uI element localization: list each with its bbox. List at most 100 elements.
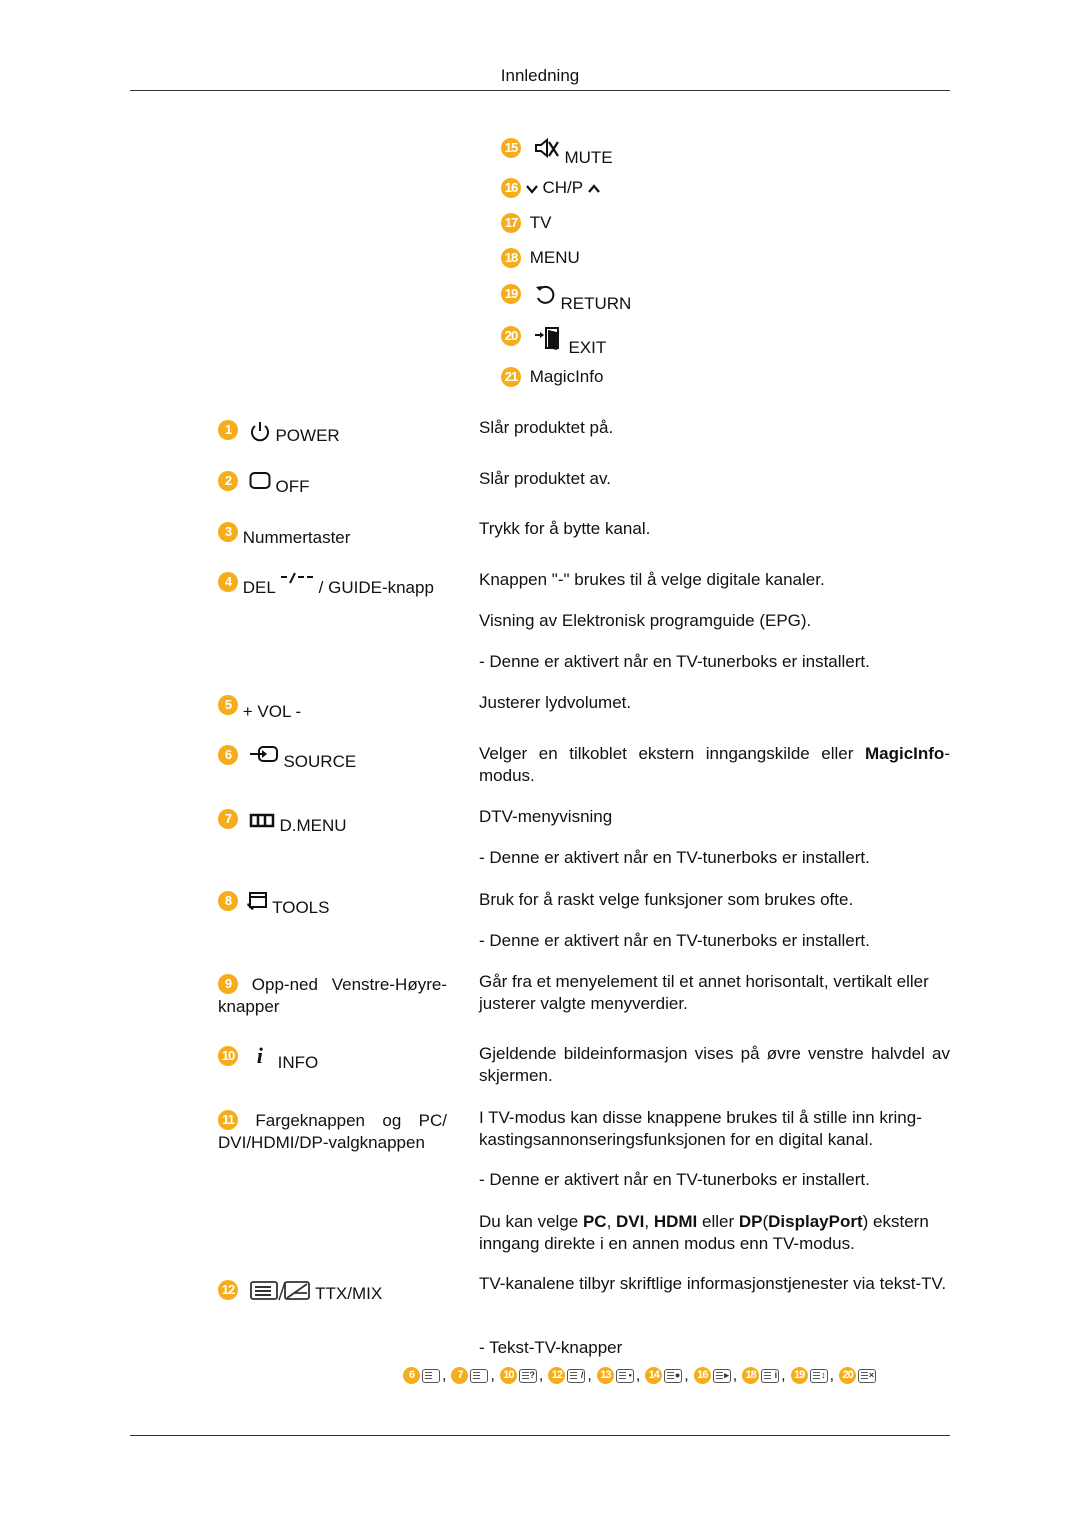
teletext-button-10: 10?, — [499, 1366, 544, 1385]
number-badge: 21 — [501, 367, 521, 387]
desc-power: Slår produktet på. — [479, 418, 614, 437]
bold-dvi: DVI — [616, 1212, 645, 1231]
tools-label: TOOLS — [272, 898, 330, 917]
off-label: OFF — [275, 477, 310, 496]
tv-label: TV — [529, 213, 552, 232]
teletext-icon: ● — [664, 1368, 683, 1383]
desc-dmenu: DTV-menyvisning — [479, 807, 613, 826]
number-badge: 1 — [218, 420, 238, 440]
number-badge: 14 — [645, 1367, 663, 1384]
button-label-vol: 5 + VOL - — [218, 695, 301, 721]
bold-hdmi: HDMI — [653, 1212, 698, 1231]
return-label: RETURN — [560, 294, 632, 313]
separator: , — [490, 1366, 495, 1384]
teletext-button-12: 12/, — [548, 1366, 592, 1385]
teletext-button-16: 16 ▸, — [693, 1367, 737, 1385]
teletext-icon — [470, 1368, 489, 1383]
off-icon — [249, 471, 271, 491]
desc-del-note: - Denne er aktivert når en TV-tunerboks … — [479, 652, 870, 671]
number-badge: 11 — [218, 1110, 238, 1130]
number-badge: 19 — [790, 1367, 808, 1384]
teletext-button-18: 18 i, — [742, 1367, 786, 1385]
number-badge: 13 — [596, 1367, 614, 1384]
number-badge: 15 — [501, 138, 521, 158]
teletext-icon: ↕ — [809, 1368, 828, 1383]
separator: , — [635, 1366, 641, 1384]
info-label: INFO — [277, 1053, 319, 1072]
teletext-icon: / — [567, 1368, 586, 1383]
teletext-icon: ▸ — [712, 1368, 731, 1383]
button-row-channel: 16 CH/P — [501, 178, 600, 198]
tools-icon — [246, 891, 268, 913]
return-icon — [534, 284, 556, 306]
desc-source: Velger en tilkoblet ekstern inngangskild… — [479, 743, 950, 787]
info-icon: i — [256, 1043, 263, 1068]
teletext-icon: • — [615, 1368, 634, 1383]
desc-tools-note: - Denne er aktivert når en TV-tunerboks … — [479, 931, 870, 950]
separator: , — [587, 1366, 592, 1384]
ttx-label: TTX/MIX — [315, 1284, 383, 1303]
numbers-label: Nummertaster — [242, 528, 351, 547]
vol-label: + VOL - — [242, 702, 302, 721]
number-badge: 18 — [742, 1367, 760, 1384]
number-badge: 7 — [451, 1367, 469, 1384]
channel-label: CH/P — [542, 178, 583, 197]
dmenu-icon — [249, 809, 275, 829]
mute-icon — [534, 138, 560, 160]
text: eller — [697, 1212, 739, 1231]
number-badge: 17 — [501, 213, 521, 233]
teletext-icon: i — [761, 1368, 780, 1383]
teletext-button-14: 14 ●, — [645, 1366, 689, 1385]
button-row-magicinfo: 21 MagicInfo — [501, 367, 603, 387]
desc-color-note: - Denne er aktivert når en TV-tunerboks … — [479, 1170, 870, 1189]
chevron-down-icon — [525, 184, 538, 194]
power-icon — [249, 420, 271, 442]
desc-ttx-note: - Tekst-TV-knapper — [479, 1338, 623, 1357]
number-badge: 2 — [218, 471, 238, 491]
button-label-off: 2 OFF — [218, 471, 310, 496]
number-badge: 3 — [218, 522, 238, 542]
separator: , — [442, 1366, 447, 1384]
page-header-title: Innledning — [500, 66, 580, 85]
number-badge: 19 — [501, 284, 521, 304]
number-badge: 9 — [218, 974, 238, 994]
desc-ttx: TV-kanalene tilbyr skriftlige informasjo… — [479, 1274, 947, 1293]
arrows-label: Opp-ned Venstre-Høyre-knapper — [218, 975, 447, 1016]
teletext-button-20: 20 × — [839, 1367, 877, 1384]
text: , — [606, 1212, 617, 1231]
del-dash-icon — [280, 572, 314, 586]
text: Du kan velge — [479, 1212, 583, 1231]
separator: , — [684, 1366, 689, 1384]
button-label-source: 6 SOURCE — [218, 745, 356, 771]
bold-dp: DP — [738, 1212, 763, 1231]
number-badge: 20 — [839, 1367, 857, 1384]
desc-dmenu-note: - Denne er aktivert når en TV-tunerboks … — [479, 848, 870, 867]
button-label-dmenu: 7 D.MENU — [218, 809, 347, 835]
exit-label: EXIT — [568, 338, 607, 357]
number-badge: 6 — [218, 745, 238, 765]
button-label-arrows: 9 Opp-ned Venstre-Høyre-knapper — [218, 974, 447, 1018]
teletext-button-7: 7, — [451, 1366, 495, 1385]
number-badge: 4 — [218, 572, 238, 592]
desc-color: I TV-modus kan disse knappene brukes til… — [479, 1108, 922, 1149]
chevron-up-icon — [587, 183, 600, 194]
desc-source-text: Velger en tilkoblet ekstern inngangskild… — [479, 744, 865, 763]
dmenu-label: D.MENU — [279, 816, 347, 835]
desc-color-input: Du kan velge PC, DVI, HDMI eller DP(Disp… — [479, 1211, 950, 1255]
bold-displayport: DisplayPort — [768, 1212, 863, 1231]
separator: , — [538, 1366, 544, 1384]
button-row-exit: 20 EXIT — [501, 326, 606, 357]
button-row-mute: 15 MUTE — [501, 138, 613, 167]
teletext-button-6: 6, — [403, 1367, 446, 1385]
button-label-ttx: 12 TTX/MIX — [218, 1280, 383, 1303]
guide-label: / GUIDE-knapp — [318, 578, 434, 597]
desc-arrows: Går fra et menyelement til et annet hori… — [479, 972, 929, 1013]
number-badge: 16 — [501, 178, 521, 198]
button-row-tv: 17 TV — [501, 213, 551, 233]
number-badge: 16 — [693, 1367, 711, 1384]
desc-source-bold: MagicInfo — [864, 744, 945, 763]
desc-vol: Justerer lydvolumet. — [479, 693, 632, 712]
desc-guide: Visning av Elektronisk programguide (EPG… — [479, 611, 812, 630]
button-row-return: 19 RETURN — [501, 284, 631, 313]
desc-del: Knappen "-" brukes til å velge digitale … — [479, 570, 825, 589]
